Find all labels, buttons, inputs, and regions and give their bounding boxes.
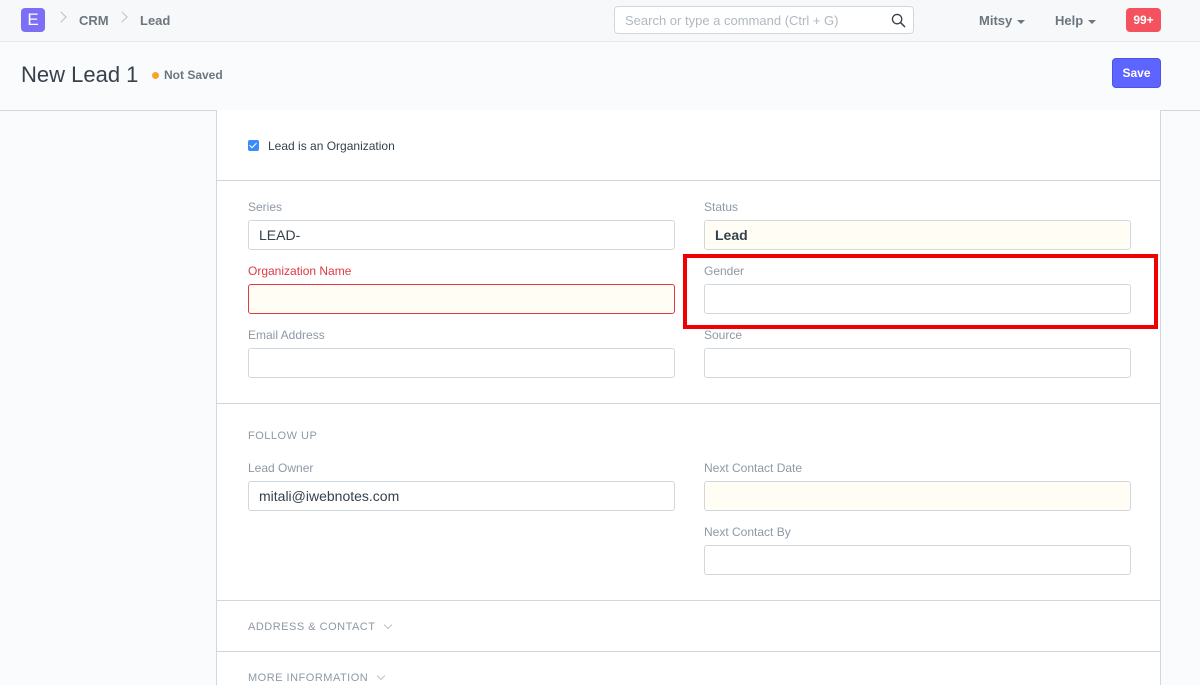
search-icon[interactable]: [891, 13, 906, 28]
series-field[interactable]: LEAD-: [248, 220, 675, 250]
status-label: Status: [704, 200, 739, 214]
source-field[interactable]: [704, 348, 1131, 378]
save-button[interactable]: Save: [1112, 58, 1161, 88]
follow-up-heading: FOLLOW UP: [248, 430, 318, 442]
notifications-badge[interactable]: 99+: [1126, 8, 1161, 32]
help-menu-label: Help: [1055, 13, 1084, 28]
section-divider: [217, 651, 1160, 652]
organization-name-field[interactable]: [248, 284, 675, 314]
series-label: Series: [248, 200, 283, 214]
user-menu-label: Mitsy: [979, 13, 1013, 28]
gender-highlight-box: [683, 254, 1158, 329]
user-menu[interactable]: Mitsy: [979, 13, 1026, 28]
chevron-down-icon: [376, 671, 386, 681]
address-contact-section[interactable]: ADDRESS & CONTACT: [248, 620, 393, 633]
caret-down-icon: [1088, 19, 1097, 24]
status-select[interactable]: Lead: [704, 220, 1131, 250]
email-address-label: Email Address: [248, 328, 325, 342]
next-contact-by-field[interactable]: [704, 545, 1131, 575]
awesome-bar: [614, 6, 914, 34]
chevron-right-icon: [116, 11, 128, 23]
chevron-down-icon: [384, 620, 393, 630]
section-divider: [217, 403, 1160, 404]
breadcrumb-crm[interactable]: CRM: [79, 13, 109, 28]
app-logo[interactable]: E: [21, 8, 45, 32]
caret-down-icon: [1017, 19, 1026, 24]
page-title: New Lead 1: [21, 62, 139, 87]
next-contact-by-label: Next Contact By: [704, 525, 791, 539]
lead-owner-field[interactable]: mitali@iwebnotes.com: [248, 481, 675, 511]
source-label: Source: [704, 328, 743, 342]
navbar: E CRM Lead Mitsy Help 99+: [0, 0, 1200, 42]
breadcrumb-lead[interactable]: Lead: [140, 13, 170, 28]
more-information-section[interactable]: MORE INFORMATION: [248, 671, 386, 684]
more-information-section-label: MORE INFORMATION: [248, 672, 369, 684]
organization-checkbox-label[interactable]: Lead is an Organization: [268, 139, 395, 153]
search-input[interactable]: [615, 7, 875, 33]
form-card: Lead is an Organization Series LEAD- Sta…: [216, 110, 1161, 685]
email-address-field[interactable]: [248, 348, 675, 378]
next-contact-date-field[interactable]: [704, 481, 1131, 511]
page-head: New Lead 1 Not Saved Save: [0, 42, 1200, 111]
organization-name-label: Organization Name: [248, 264, 352, 278]
chevron-right-icon: [55, 11, 67, 23]
organization-checkbox[interactable]: [248, 140, 259, 151]
status-indicator-icon: [152, 72, 159, 79]
status-badge: Not Saved: [164, 68, 223, 82]
next-contact-date-label: Next Contact Date: [704, 461, 803, 475]
section-divider: [217, 600, 1160, 601]
section-divider: [217, 180, 1160, 181]
address-contact-section-label: ADDRESS & CONTACT: [248, 621, 376, 633]
help-menu[interactable]: Help: [1055, 13, 1097, 28]
lead-owner-label: Lead Owner: [248, 461, 314, 475]
